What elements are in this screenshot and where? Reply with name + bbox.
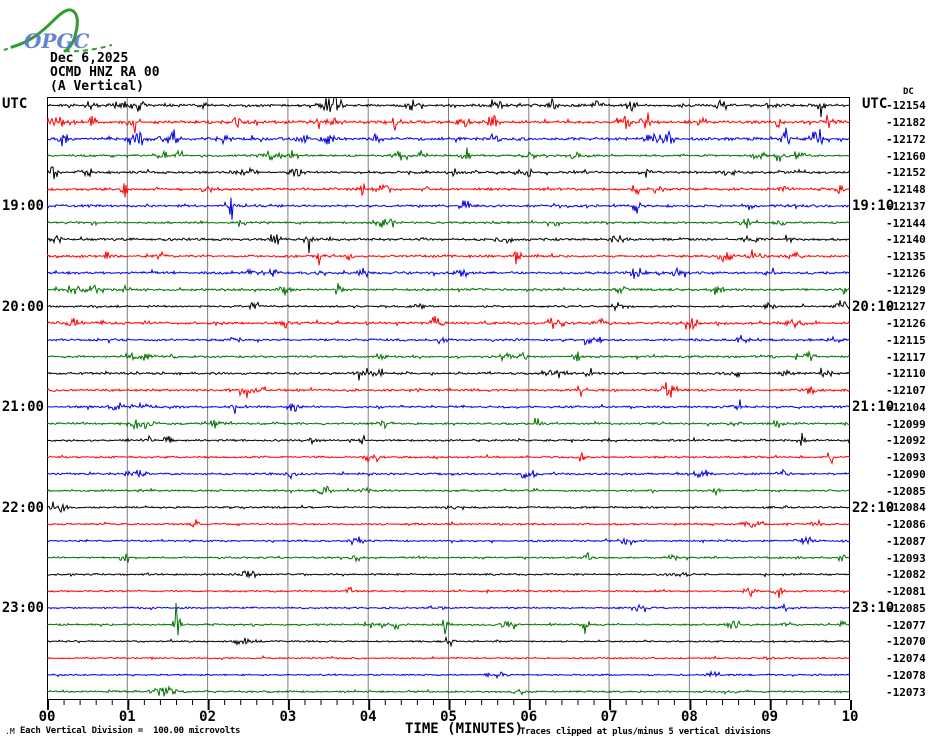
dc-value-20:30: -12117 (886, 350, 926, 364)
x-tick-label-09: 09 (761, 709, 779, 725)
dc-value-18:00: -12154 (886, 99, 926, 113)
x-tick-label-08: 08 (680, 709, 698, 725)
hour-label-left-21:00: 21:00 (1, 399, 44, 416)
dc-value-19:20: -12140 (886, 233, 926, 247)
dc-value-20:20: -12115 (886, 333, 926, 347)
utc-label-right: UTC (862, 96, 888, 112)
traces-svg (46, 93, 851, 700)
dc-value-22:20: -12087 (886, 534, 926, 548)
x-tick-label-07: 07 (600, 709, 618, 725)
dc-column-label: DC (903, 87, 914, 97)
hour-label-left-20:00: 20:00 (1, 298, 44, 315)
dc-value-20:40: -12110 (886, 367, 926, 381)
dc-value-18:10: -12182 (886, 116, 926, 130)
hour-label-left-22:00: 22:00 (1, 499, 44, 516)
opgc-logo: OPGC (3, 8, 113, 53)
x-tick-label-10: 10 (841, 709, 859, 725)
x-tick-label-04: 04 (359, 709, 377, 725)
plot-area (46, 93, 851, 700)
hour-label-left-19:00: 19:00 (1, 198, 44, 215)
dc-value-21:40: -12090 (886, 467, 926, 481)
scale-note: Each Vertical Division = 100.00 microvol… (20, 726, 241, 736)
dc-value-22:30: -12093 (886, 551, 926, 565)
dc-value-21:00: -12104 (886, 400, 926, 414)
hour-label-left-23:00: 23:00 (1, 600, 44, 617)
x-axis-title: TIME (MINUTES) (405, 721, 524, 737)
dc-value-21:10: -12099 (886, 417, 926, 431)
dc-value-23:30: -12074 (886, 652, 926, 666)
dc-value-18:20: -12172 (886, 132, 926, 146)
logo-text: OPGC (24, 29, 90, 53)
dc-value-21:20: -12092 (886, 434, 926, 448)
dc-value-19:50: -12129 (886, 283, 926, 297)
dc-value-22:50: -12081 (886, 585, 926, 599)
dc-value-20:10: -12126 (886, 317, 926, 331)
clip-note: Traces clipped at plus/minus 5 vertical … (520, 727, 771, 737)
dc-value-23:50: -12073 (886, 685, 926, 699)
x-tick-label-02: 02 (199, 709, 217, 725)
dc-value-23:10: -12077 (886, 618, 926, 632)
x-tick-label-00: 00 (38, 709, 56, 725)
dc-value-22:40: -12082 (886, 568, 926, 582)
dc-value-20:00: -12127 (886, 300, 926, 314)
dc-value-20:50: -12107 (886, 384, 926, 398)
dc-value-19:30: -12135 (886, 250, 926, 264)
dc-value-21:50: -12085 (886, 484, 926, 498)
corner-mark: .M (5, 727, 15, 736)
dc-value-23:20: -12070 (886, 635, 926, 649)
dc-value-22:00: -12084 (886, 501, 926, 515)
dc-value-19:10: -12144 (886, 216, 926, 230)
dc-value-18:30: -12160 (886, 149, 926, 163)
dc-value-22:10: -12086 (886, 518, 926, 532)
dc-value-23:40: -12078 (886, 668, 926, 682)
x-tick-label-01: 01 (118, 709, 136, 725)
dc-value-18:40: -12152 (886, 166, 926, 180)
helicorder-page: OPGC Dec 6,2025 OCMD HNZ RA 00 (A Vertic… (0, 0, 930, 744)
utc-label-left: UTC (2, 96, 28, 112)
dc-value-21:30: -12093 (886, 451, 926, 465)
dc-value-18:50: -12148 (886, 183, 926, 197)
dc-value-23:00: -12085 (886, 601, 926, 615)
dc-value-19:00: -12137 (886, 199, 926, 213)
dc-value-19:40: -12126 (886, 266, 926, 280)
component-label: (A Vertical) (50, 79, 144, 94)
station-label: OCMD HNZ RA 00 (50, 65, 160, 80)
x-tick-label-03: 03 (279, 709, 297, 725)
date-label: Dec 6,2025 (50, 51, 129, 66)
